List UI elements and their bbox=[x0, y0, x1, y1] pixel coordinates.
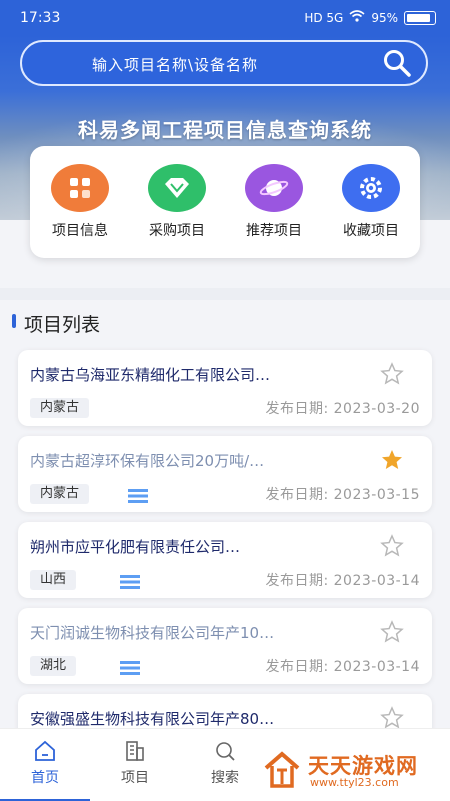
star-outline-icon[interactable] bbox=[380, 620, 404, 644]
project-title: 内蒙古乌海亚东精细化工有限公司… bbox=[30, 366, 271, 384]
project-title: 朔州市应平化肥有限责任公司… bbox=[30, 538, 241, 556]
region-tag: 湖北 bbox=[30, 656, 77, 676]
nav-label: 首页 bbox=[31, 770, 59, 786]
quick-link-purchase[interactable]: 采购项目 bbox=[132, 164, 222, 240]
publish-date: 发布日期: 2023-03-15 bbox=[265, 487, 420, 503]
quick-link-recommended[interactable]: 推荐项目 bbox=[229, 164, 319, 240]
search-input[interactable]: 输入项目名称\设备名称 bbox=[20, 40, 428, 86]
search-icon[interactable] bbox=[382, 48, 412, 78]
building-icon bbox=[123, 739, 147, 763]
star-outline-icon[interactable] bbox=[380, 362, 404, 386]
document-list-icon bbox=[128, 488, 148, 503]
planet-icon bbox=[245, 164, 303, 212]
status-time: 17:33 bbox=[20, 10, 61, 26]
section-accent-bar bbox=[12, 314, 16, 328]
region-tag: 山西 bbox=[30, 570, 77, 590]
search-icon bbox=[213, 739, 237, 763]
document-list-icon bbox=[120, 660, 140, 675]
nav-label: 项目 bbox=[121, 770, 149, 786]
diamond-icon bbox=[148, 164, 206, 212]
nav-label: 搜索 bbox=[211, 770, 239, 786]
section-header: 项目列表 bbox=[0, 300, 450, 346]
quick-link-project-info[interactable]: 项目信息 bbox=[35, 164, 125, 240]
project-card[interactable]: 内蒙古超淳环保有限公司20万吨/… 内蒙古 发布日期: 2023-03-15 bbox=[18, 436, 432, 512]
quick-link-label: 推荐项目 bbox=[246, 223, 302, 239]
quick-link-label: 收藏项目 bbox=[343, 223, 399, 239]
nav-home[interactable]: 首页 bbox=[10, 739, 80, 787]
project-card[interactable]: 朔州市应平化肥有限责任公司… 山西 发布日期: 2023-03-14 bbox=[18, 522, 432, 598]
status-indicators: HD 5G 95% bbox=[304, 10, 436, 25]
project-title: 天门润诚生物科技有限公司年产10… bbox=[30, 624, 275, 642]
status-bar: 17:33 HD 5G 95% bbox=[0, 0, 450, 36]
project-title: 内蒙古超淳环保有限公司20万吨/… bbox=[30, 452, 265, 470]
quick-link-label: 项目信息 bbox=[52, 223, 108, 239]
search-placeholder: 输入项目名称\设备名称 bbox=[92, 56, 259, 74]
star-outline-icon[interactable] bbox=[380, 534, 404, 558]
publish-date: 发布日期: 2023-03-20 bbox=[265, 401, 420, 417]
watermark-url: www.ttyl23.com bbox=[310, 776, 399, 789]
quick-link-favorites[interactable]: 收藏项目 bbox=[326, 164, 416, 240]
battery-percent: 95% bbox=[371, 10, 398, 25]
publish-date: 发布日期: 2023-03-14 bbox=[265, 573, 420, 589]
wifi-icon bbox=[349, 10, 365, 25]
battery-icon bbox=[404, 10, 436, 25]
document-list-icon bbox=[120, 574, 140, 589]
page-title: 科易多闻工程项目信息查询系统 bbox=[78, 118, 372, 142]
nav-projects[interactable]: 项目 bbox=[100, 739, 170, 787]
grid-apps-icon bbox=[51, 164, 109, 212]
watermark-logo: 天天游戏网 www.ttyl23.com bbox=[262, 746, 442, 794]
section-divider bbox=[0, 288, 450, 300]
region-tag: 内蒙古 bbox=[30, 484, 90, 504]
publish-date: 发布日期: 2023-03-14 bbox=[265, 659, 420, 675]
star-outline-icon[interactable] bbox=[380, 706, 404, 730]
nav-search[interactable]: 搜索 bbox=[190, 739, 260, 787]
star-filled-icon[interactable] bbox=[380, 448, 404, 472]
project-card[interactable]: 天门润诚生物科技有限公司年产10… 湖北 发布日期: 2023-03-14 bbox=[18, 608, 432, 684]
section-title: 项目列表 bbox=[24, 314, 101, 336]
quick-link-label: 采购项目 bbox=[149, 223, 205, 239]
region-tag: 内蒙古 bbox=[30, 398, 90, 418]
network-indicator: HD 5G bbox=[304, 10, 344, 25]
home-icon bbox=[33, 739, 57, 763]
gear-icon bbox=[342, 164, 400, 212]
watermark-house-icon bbox=[264, 751, 300, 788]
project-card[interactable]: 内蒙古乌海亚东精细化工有限公司… 内蒙古 发布日期: 2023-03-20 bbox=[18, 350, 432, 426]
project-title: 安徽强盛生物科技有限公司年产80… bbox=[30, 710, 275, 728]
quick-links-card: 项目信息 采购项目 推荐项目 收藏项目 bbox=[30, 146, 420, 258]
